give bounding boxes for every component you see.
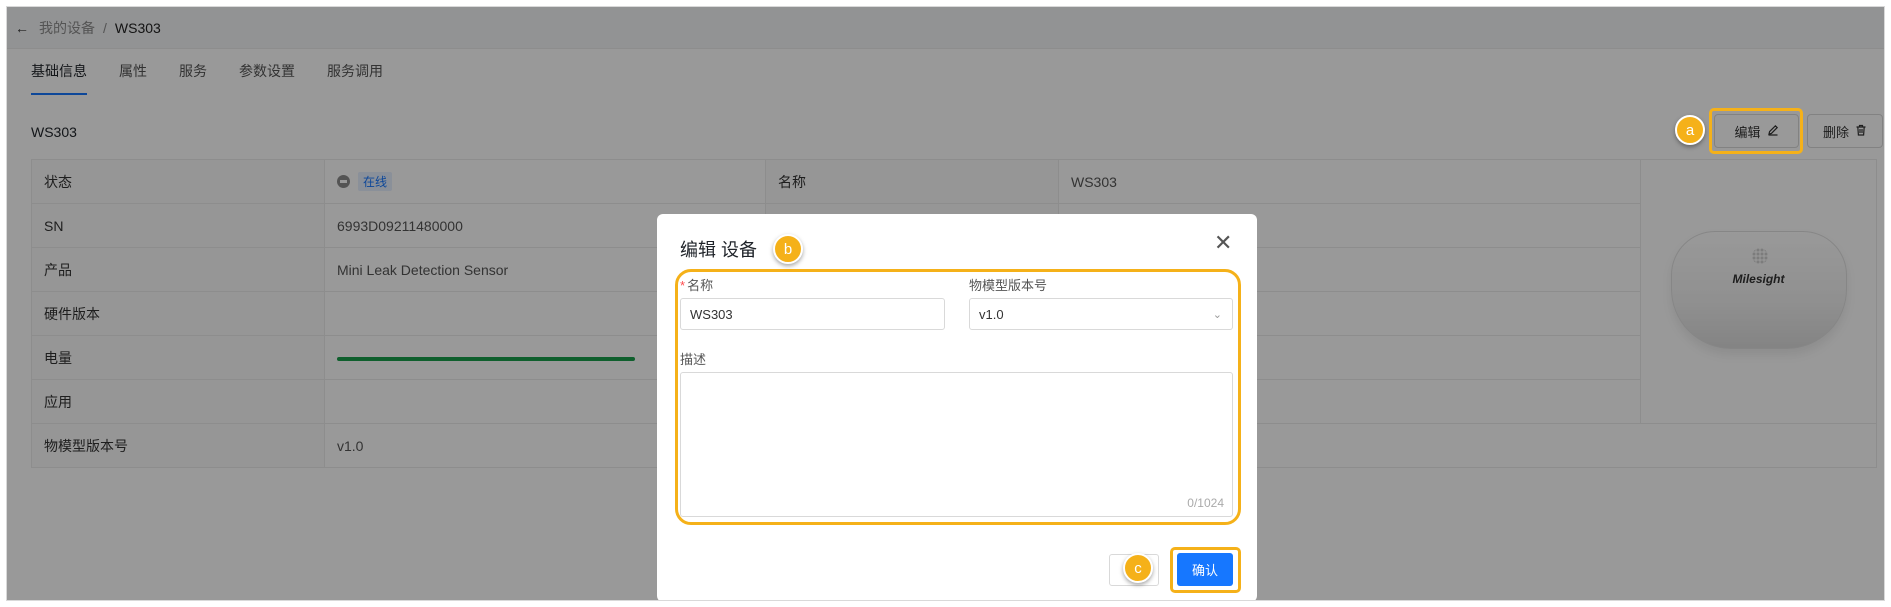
version-select-value: v1.0 [979, 306, 1004, 322]
name-field-label: * 名称 [680, 275, 713, 294]
version-field-label: 物模型版本号 [969, 278, 1048, 293]
name-input-value: WS303 [690, 306, 733, 322]
description-field-label: 描述 [680, 352, 707, 367]
annotation-marker-a: a [1675, 115, 1705, 145]
description-textarea[interactable]: 0/1024 [680, 372, 1233, 517]
name-input[interactable]: WS303 [680, 298, 945, 330]
name-field-label-text: 名称 [687, 278, 714, 293]
required-mark: * [680, 278, 686, 293]
confirm-button[interactable]: 确认 [1177, 553, 1233, 586]
modal-title: 编辑 设备 [680, 240, 758, 260]
character-counter: 0/1024 [1187, 496, 1224, 510]
version-select[interactable]: v1.0 ⌄ [969, 298, 1233, 330]
app-frame: ← 我的设备 / WS303 基础信息 属性 服务 参数设置 服务调用 WS30… [6, 6, 1885, 601]
annotation-marker-b: b [773, 234, 803, 264]
chevron-down-icon: ⌄ [1212, 309, 1222, 321]
close-icon[interactable]: ✕ [1214, 232, 1232, 254]
edit-device-modal: 编辑 设备 ✕ * 名称 WS303 物模型版本号 v1.0 ⌄ 描述 0/102… [657, 214, 1257, 600]
annotation-marker-c: c [1123, 553, 1153, 583]
